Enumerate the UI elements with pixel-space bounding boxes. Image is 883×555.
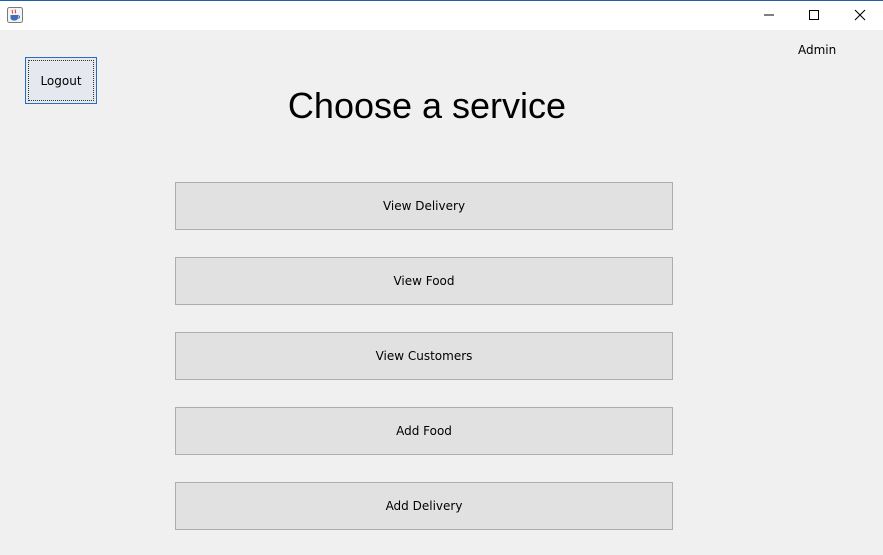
java-coffee-cup-icon bbox=[7, 7, 23, 23]
minimize-icon bbox=[763, 6, 775, 25]
maximize-icon bbox=[808, 6, 820, 25]
maximize-button[interactable] bbox=[791, 1, 837, 30]
close-button[interactable] bbox=[837, 1, 883, 30]
view-delivery-button[interactable]: View Delivery bbox=[175, 182, 673, 230]
view-customers-button[interactable]: View Customers bbox=[175, 332, 673, 380]
page-title: Choose a service bbox=[287, 85, 567, 126]
main-panel: Logout Admin Choose a service View Deliv… bbox=[0, 30, 883, 555]
window-titlebar bbox=[0, 0, 883, 30]
minimize-button[interactable] bbox=[746, 1, 792, 30]
view-food-button[interactable]: View Food bbox=[175, 257, 673, 305]
add-food-button[interactable]: Add Food bbox=[175, 407, 673, 455]
user-label: Admin bbox=[798, 43, 837, 57]
add-delivery-button[interactable]: Add Delivery bbox=[175, 482, 673, 530]
close-icon bbox=[854, 6, 866, 25]
